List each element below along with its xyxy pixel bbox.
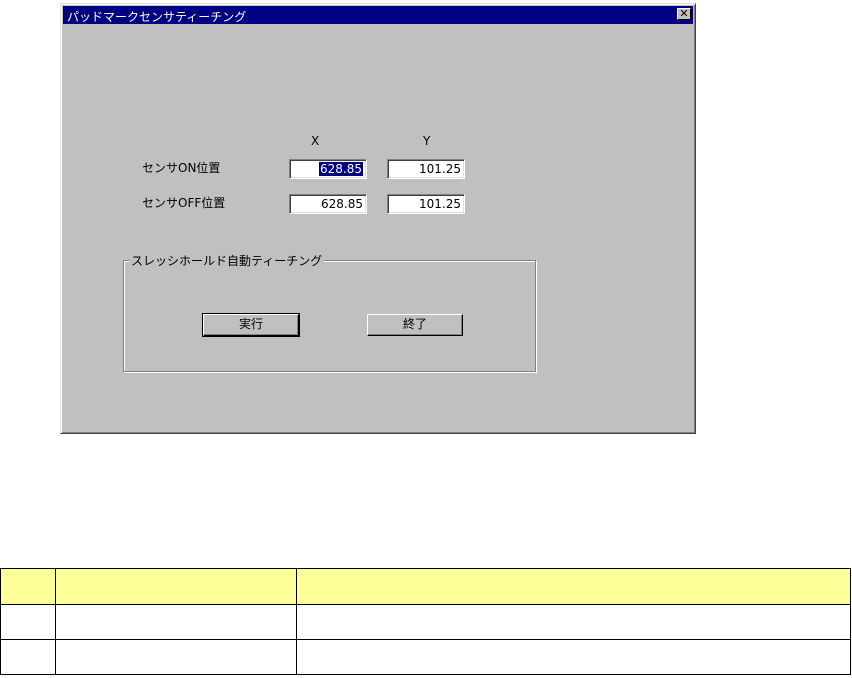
table-header-cell — [0, 568, 56, 605]
close-icon[interactable]: ✕ — [677, 8, 691, 20]
table-cell — [0, 639, 56, 675]
sensor-on-x-input[interactable]: 628.85 — [289, 159, 367, 179]
table-cell — [0, 604, 56, 640]
table-header-row — [0, 568, 851, 605]
table-cell — [296, 639, 851, 675]
sensor-off-label: センサOFF位置 — [142, 196, 226, 210]
window-title: パッドマークセンサティーチング — [67, 10, 247, 24]
teaching-dialog: パッドマークセンサティーチング ✕ X Y センサON位置 628.85 101… — [60, 3, 696, 434]
table-cell — [55, 639, 297, 675]
column-x-header: X — [311, 134, 320, 148]
table-cell — [55, 604, 297, 640]
sensor-on-label: センサON位置 — [142, 161, 221, 175]
table-header-cell — [55, 568, 297, 605]
sensor-off-x-input[interactable]: 628.85 — [289, 194, 367, 214]
sensor-on-y-input[interactable]: 101.25 — [387, 159, 465, 179]
group-title: スレッシホールド自動ティーチング — [129, 252, 325, 269]
legend-table — [0, 568, 851, 675]
run-button[interactable]: 実行 — [202, 313, 300, 337]
table-header-cell — [296, 568, 851, 605]
table-row — [0, 604, 851, 640]
exit-button[interactable]: 終了 — [367, 314, 463, 336]
title-bar[interactable]: パッドマークセンサティーチング ✕ — [63, 6, 693, 24]
sensor-off-y-input[interactable]: 101.25 — [387, 194, 465, 214]
column-y-header: Y — [423, 134, 431, 148]
table-row — [0, 639, 851, 675]
table-cell — [296, 604, 851, 640]
auto-teaching-group: スレッシホールド自動ティーチング 実行 終了 — [123, 252, 536, 372]
